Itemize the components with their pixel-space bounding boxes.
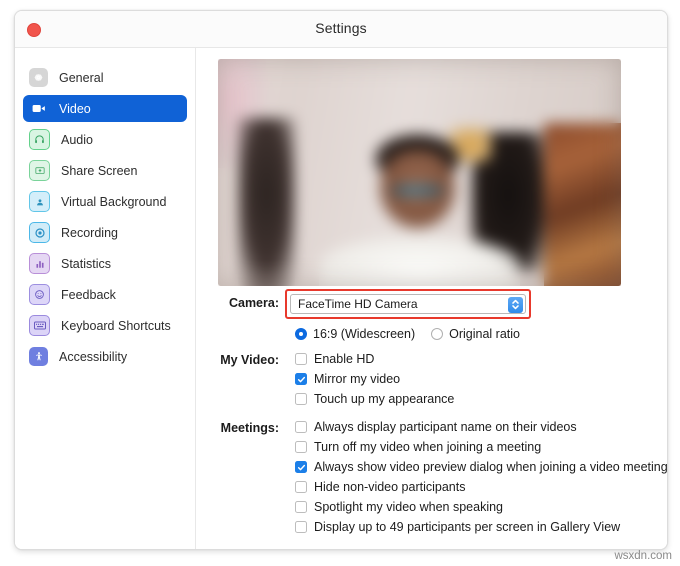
bar-chart-icon [29, 253, 50, 274]
sidebar-item-label: General [59, 70, 104, 85]
meetings-label: Meetings: [220, 421, 279, 435]
checkbox-spotlight-my-video-label: Spotlight my video when speaking [314, 500, 504, 514]
video-camera-icon [29, 99, 48, 118]
checkbox-display-49-participants[interactable] [295, 521, 307, 533]
share-screen-icon [29, 160, 50, 181]
checkbox-spotlight-my-video[interactable] [295, 501, 307, 513]
checkbox-show-preview-dialog-label: Always show video preview dialog when jo… [314, 460, 668, 474]
radio-widescreen[interactable] [295, 328, 307, 340]
sidebar-item-feedback[interactable]: Feedback [23, 281, 187, 308]
settings-window: Settings General Video Audio Share Scree… [14, 10, 668, 550]
smiley-face-icon [29, 284, 50, 305]
sidebar-item-audio[interactable]: Audio [23, 126, 187, 153]
window-titlebar: Settings [15, 11, 667, 48]
sidebar-item-label: Accessibility [59, 349, 128, 364]
checkbox-hide-non-video-label: Hide non-video participants [314, 480, 466, 494]
checkbox-touch-up-appearance-label: Touch up my appearance [314, 392, 455, 406]
sidebar-item-video[interactable]: Video [23, 95, 187, 122]
checkbox-always-display-name[interactable] [295, 421, 307, 433]
sidebar-item-label: Share Screen [61, 163, 138, 178]
video-settings-form: Camera: FaceTime HD Camera 16:9 (Widescr… [196, 289, 667, 537]
my-video-label: My Video: [220, 353, 279, 367]
sidebar-item-label: Recording [61, 225, 118, 240]
chevron-updown-icon[interactable] [508, 296, 523, 313]
sidebar-item-label: Virtual Background [61, 194, 167, 209]
checkbox-display-49-participants-row[interactable]: Display up to 49 participants per screen… [295, 517, 667, 537]
checkbox-display-49-participants-label: Display up to 49 participants per screen… [314, 520, 621, 534]
person-frame-icon [29, 191, 50, 212]
meetings-row: Meetings: Always display participant nam… [196, 417, 667, 537]
sidebar-item-label: Audio [61, 132, 93, 147]
sidebar-item-virtual-background[interactable]: Virtual Background [23, 188, 187, 215]
checkbox-show-preview-dialog-row[interactable]: Always show video preview dialog when jo… [295, 457, 668, 477]
page-title: Settings [315, 20, 367, 36]
radio-original-ratio-label: Original ratio [449, 327, 520, 341]
checkbox-touch-up-appearance[interactable] [295, 393, 307, 405]
headphones-icon [29, 129, 50, 150]
sidebar-item-label: Statistics [61, 256, 112, 271]
checkbox-spotlight-my-video-row[interactable]: Spotlight my video when speaking [295, 497, 667, 517]
sidebar-item-label: Keyboard Shortcuts [61, 318, 171, 333]
window-body: General Video Audio Share Screen Virtual… [15, 48, 667, 549]
camera-highlight-box: FaceTime HD Camera [285, 289, 531, 319]
checkbox-hide-non-video-row[interactable]: Hide non-video participants [295, 477, 667, 497]
aspect-ratio-group: 16:9 (Widescreen) Original ratio [295, 327, 667, 341]
video-settings-panel: Camera: FaceTime HD Camera 16:9 (Widescr… [196, 48, 667, 549]
radio-widescreen-label: 16:9 (Widescreen) [313, 327, 416, 341]
checkbox-turn-off-video-row[interactable]: Turn off my video when joining a meeting [295, 437, 667, 457]
record-circle-icon [29, 222, 50, 243]
sidebar-item-label: Feedback [61, 287, 116, 302]
sidebar-item-label: Video [59, 101, 91, 116]
camera-row: Camera: FaceTime HD Camera 16:9 (Widescr… [196, 289, 667, 341]
sidebar-item-statistics[interactable]: Statistics [23, 250, 187, 277]
sidebar-item-general[interactable]: General [23, 64, 187, 91]
settings-sidebar: General Video Audio Share Screen Virtual… [15, 48, 196, 549]
gear-icon [29, 68, 48, 87]
watermark: wsxdn.com [614, 550, 672, 562]
screenshot-root: Settings General Video Audio Share Scree… [0, 0, 680, 566]
sidebar-item-accessibility[interactable]: Accessibility [23, 343, 187, 370]
camera-select[interactable]: FaceTime HD Camera [290, 294, 526, 314]
sidebar-item-share-screen[interactable]: Share Screen [23, 157, 187, 184]
my-video-row: My Video: Enable HD Mirror my video Touc… [196, 349, 667, 409]
checkbox-enable-hd-row[interactable]: Enable HD [295, 349, 667, 369]
camera-selected-value: FaceTime HD Camera [298, 297, 418, 311]
checkbox-enable-hd-label: Enable HD [314, 352, 375, 366]
checkbox-always-display-name-label: Always display participant name on their… [314, 420, 577, 434]
checkbox-mirror-my-video[interactable] [295, 373, 307, 385]
checkbox-turn-off-video-label: Turn off my video when joining a meeting [314, 440, 542, 454]
sidebar-item-keyboard-shortcuts[interactable]: Keyboard Shortcuts [23, 312, 187, 339]
checkbox-show-preview-dialog[interactable] [295, 461, 307, 473]
keyboard-icon [29, 315, 50, 336]
checkbox-always-display-name-row[interactable]: Always display participant name on their… [295, 417, 667, 437]
checkbox-turn-off-video[interactable] [295, 441, 307, 453]
radio-original-ratio[interactable] [431, 328, 444, 340]
checkbox-touch-up-appearance-row[interactable]: Touch up my appearance [295, 389, 667, 409]
camera-preview [218, 59, 621, 286]
checkbox-enable-hd[interactable] [295, 353, 307, 365]
checkbox-hide-non-video[interactable] [295, 481, 307, 493]
checkbox-mirror-my-video-label: Mirror my video [314, 372, 401, 386]
camera-label: Camera: [228, 296, 279, 310]
accessibility-icon [29, 347, 48, 366]
checkbox-mirror-my-video-row[interactable]: Mirror my video [295, 369, 667, 389]
sidebar-item-recording[interactable]: Recording [23, 219, 187, 246]
camera-preview-scene [218, 59, 621, 286]
